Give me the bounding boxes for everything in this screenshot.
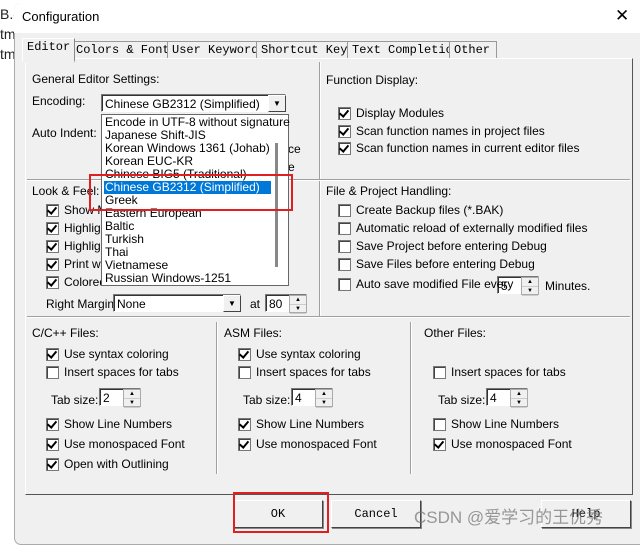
cancel-button[interactable]: Cancel: [331, 500, 421, 528]
file-project-option-checkbox[interactable]: [338, 258, 351, 271]
c-cpp-spaces-label: Insert spaces for tabs: [64, 365, 179, 379]
auto-indent-label: Auto Indent:: [32, 126, 97, 140]
divider: [319, 62, 321, 316]
other-heading: Other Files:: [424, 326, 487, 340]
look-feel-option-checkbox[interactable]: [46, 222, 59, 235]
tab-shortcut-keys[interactable]: Shortcut Keys: [256, 41, 360, 59]
encoding-option[interactable]: Russian Windows-1251: [104, 272, 271, 285]
asm-mono-label: Use monospaced Font: [256, 437, 377, 451]
asm-spaces-label: Insert spaces for tabs: [256, 365, 371, 379]
chevron-down-icon[interactable]: ▼: [223, 295, 241, 312]
annotation-box: [233, 492, 329, 533]
function-display-option-checkbox[interactable]: [338, 107, 351, 120]
look-feel-option-checkbox[interactable]: [46, 276, 59, 289]
c-cpp-tab-size-value: 2: [103, 391, 110, 405]
dialog-title: Configuration: [22, 9, 100, 24]
look-feel-option-label: Colored: [64, 275, 107, 289]
other-tab-size-value: 4: [490, 391, 497, 405]
asm-heading: ASM Files:: [224, 326, 283, 340]
file-project-option-label: Create Backup files (*.BAK): [356, 203, 504, 217]
file-project-option-label: Save Files before entering Debug: [356, 257, 535, 271]
general-heading: General Editor Settings:: [32, 72, 160, 86]
at-label: at: [250, 297, 261, 311]
autosave-spinner[interactable]: ▲ ▼: [521, 277, 539, 296]
right-margin-select[interactable]: None: [113, 294, 241, 312]
close-icon[interactable]: ✕: [615, 6, 629, 26]
encoding-select[interactable]: Chinese GB2312 (Simplified): [101, 94, 286, 112]
title-bar: [14, 3, 640, 33]
divider: [216, 322, 218, 474]
function-display-option-label: Scan function names in current editor fi…: [356, 141, 580, 155]
encoding-option[interactable]: Turkish: [104, 233, 271, 246]
asm-spaces-checkbox[interactable]: [238, 366, 251, 379]
asm-lines-checkbox[interactable]: [238, 418, 251, 431]
asm-tab-size-label: Tab size:: [243, 393, 291, 407]
annotation-box: [89, 174, 293, 211]
other-lines-label: Show Line Numbers: [451, 417, 560, 431]
function-display-option-label: Scan function names in project files: [356, 124, 545, 138]
file-project-option-checkbox[interactable]: [338, 204, 351, 217]
divider: [27, 316, 630, 318]
other-spaces-label: Insert spaces for tabs: [451, 365, 566, 379]
chevron-down-icon[interactable]: ▼: [268, 95, 286, 112]
asm-syntax-checkbox[interactable]: [238, 348, 251, 361]
hidden-text: ce: [288, 142, 301, 156]
other-tab-size-spinner[interactable]: ▲ ▼: [510, 389, 528, 408]
asm-tab-size-value: 4: [295, 391, 302, 405]
c-cpp-outline-checkbox[interactable]: [46, 458, 59, 471]
hidden-text: e: [288, 160, 295, 174]
file-project-option-label: Automatic reload of externally modified …: [356, 221, 588, 235]
asm-mono-checkbox[interactable]: [238, 438, 251, 451]
function-display-heading: Function Display:: [326, 73, 419, 87]
watermark: CSDN @爱学习的王优秀: [414, 508, 604, 527]
c-cpp-tab-size-label: Tab size:: [51, 393, 99, 407]
file-project-option-checkbox[interactable]: [338, 240, 351, 253]
other-spaces-checkbox[interactable]: [433, 366, 446, 379]
c-cpp-lines-checkbox[interactable]: [46, 418, 59, 431]
divider: [410, 322, 412, 474]
look-feel-option-checkbox[interactable]: [46, 258, 59, 271]
asm-lines-label: Show Line Numbers: [256, 417, 365, 431]
c-cpp-tab-size-spinner[interactable]: ▲ ▼: [123, 389, 141, 408]
look-feel-option-checkbox[interactable]: [46, 240, 59, 253]
c-cpp-syntax-label: Use syntax coloring: [64, 347, 169, 361]
right-margin-label: Right Margin:: [46, 297, 118, 311]
c-cpp-spaces-checkbox[interactable]: [46, 366, 59, 379]
look-feel-option-checkbox[interactable]: [46, 204, 59, 217]
file-project-heading: File & Project Handling:: [326, 184, 452, 198]
function-display-option-label: Display Modules: [356, 106, 445, 120]
at-value: 80: [269, 297, 283, 311]
other-mono-checkbox[interactable]: [433, 438, 446, 451]
file-project-option-checkbox[interactable]: [338, 222, 351, 235]
c-cpp-outline-label: Open with Outlining: [64, 457, 169, 471]
function-display-option-checkbox[interactable]: [338, 142, 351, 155]
file-project-option-label: Auto save modified File every: [356, 277, 514, 291]
other-lines-checkbox[interactable]: [433, 418, 446, 431]
tab-editor[interactable]: Editor: [22, 38, 76, 63]
tab-other[interactable]: Other: [449, 41, 497, 59]
c-cpp-mono-checkbox[interactable]: [46, 438, 59, 451]
c-cpp-syntax-checkbox[interactable]: [46, 348, 59, 361]
asm-tab-size-spinner[interactable]: ▲ ▼: [315, 389, 333, 408]
file-project-option-label: Save Project before entering Debug: [356, 239, 547, 253]
asm-syntax-label: Use syntax coloring: [256, 347, 361, 361]
minutes-label: Minutes.: [545, 279, 591, 293]
right-margin-spinner[interactable]: ▲ ▼: [289, 295, 307, 314]
other-tab-size-label: Tab size:: [438, 393, 486, 407]
right-margin-value: None: [117, 297, 146, 311]
c-cpp-heading: C/C++ Files:: [32, 326, 99, 340]
encoding-label: Encoding:: [32, 94, 86, 108]
encoding-value: Chinese GB2312 (Simplified): [105, 97, 260, 111]
c-cpp-lines-label: Show Line Numbers: [64, 417, 173, 431]
c-cpp-mono-label: Use monospaced Font: [64, 437, 185, 451]
file-project-option-checkbox[interactable]: [338, 278, 351, 291]
tab-colors-fonts[interactable]: Colors & Fonts: [71, 41, 182, 59]
tab-text-completion[interactable]: Text Completion: [347, 41, 466, 59]
function-display-option-checkbox[interactable]: [338, 125, 351, 138]
other-mono-label: Use monospaced Font: [451, 437, 572, 451]
